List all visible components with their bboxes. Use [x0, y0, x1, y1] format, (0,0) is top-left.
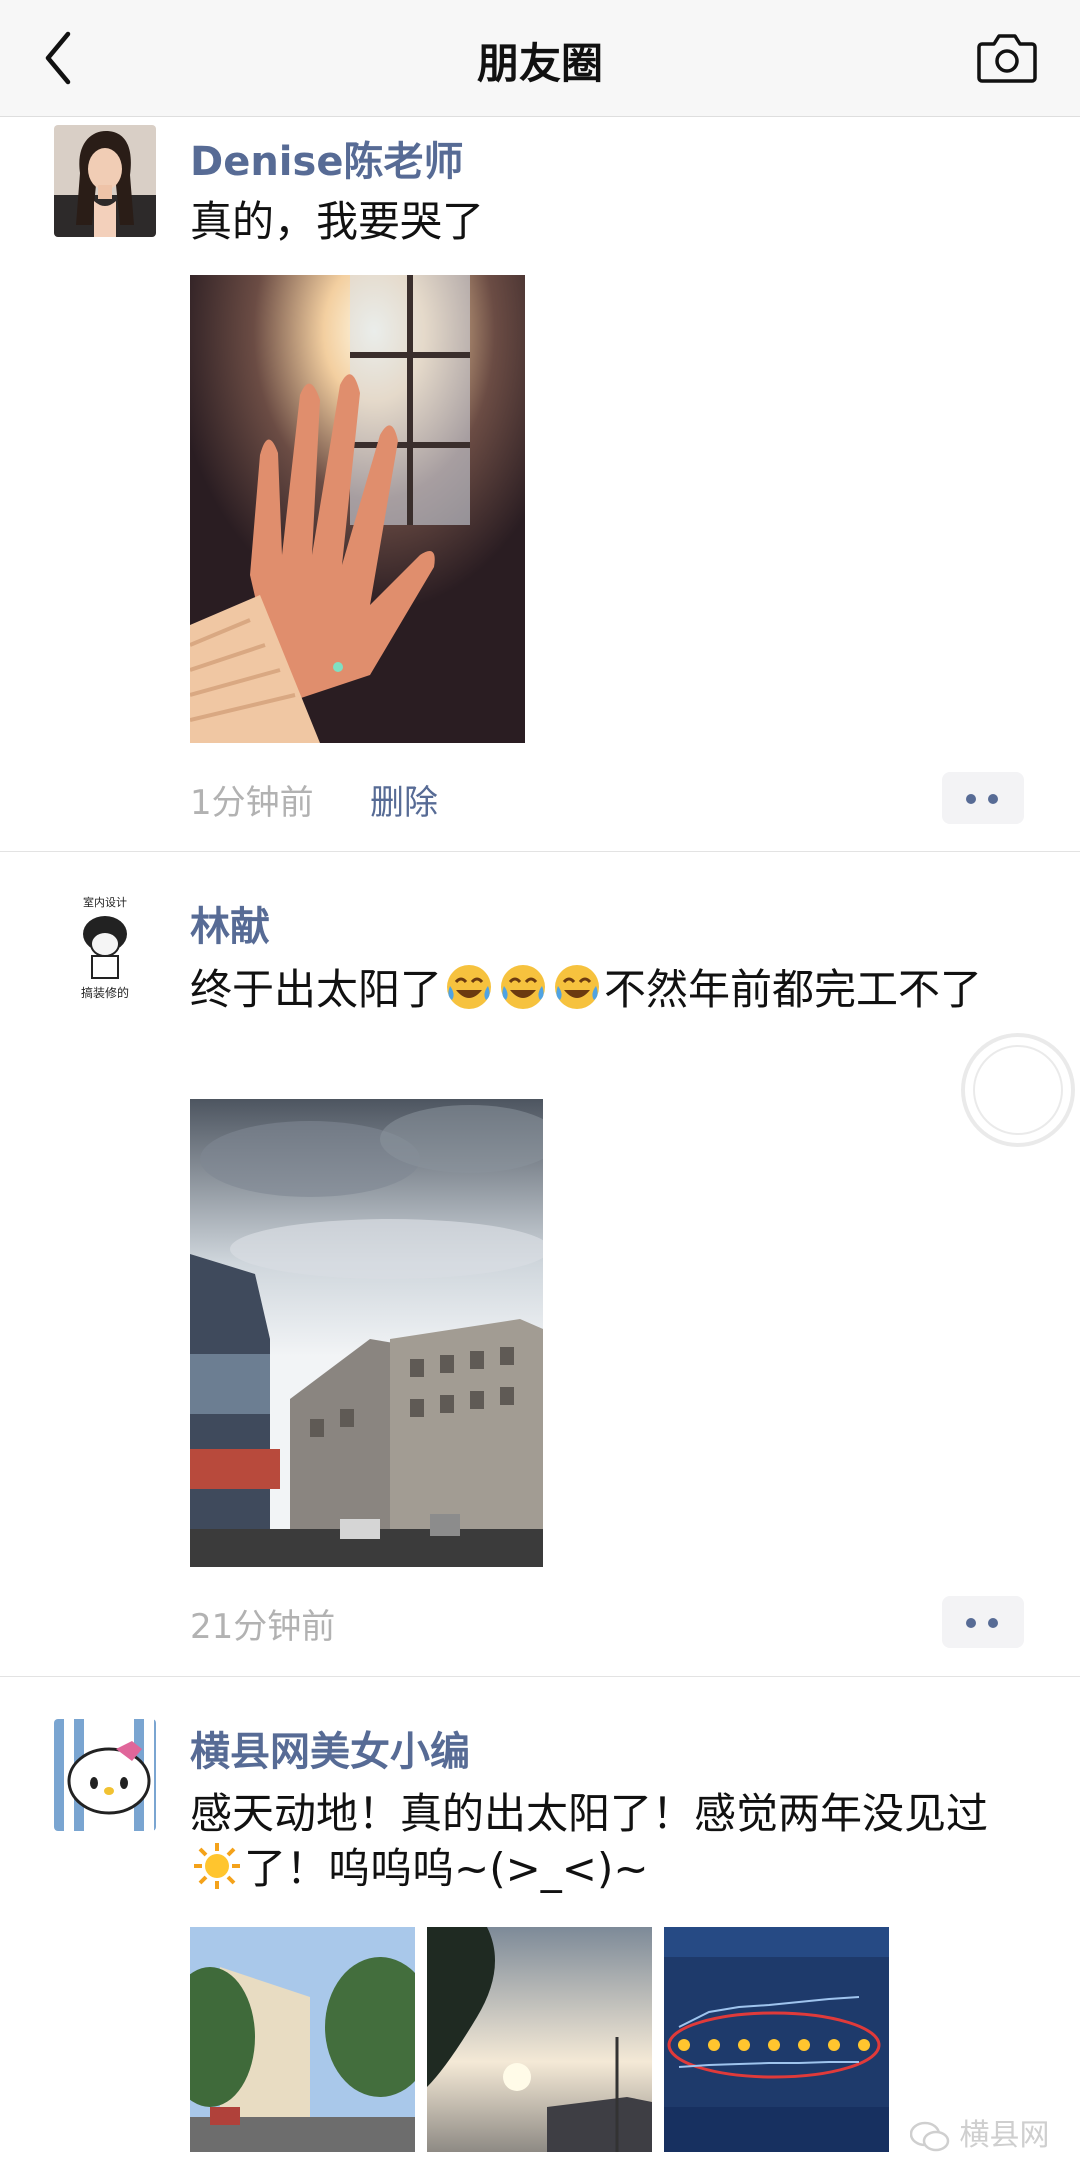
delete-link[interactable]: 删除 — [370, 775, 438, 824]
watermark-text: 横县网 — [959, 2118, 1050, 2153]
post-photo-thumb[interactable] — [427, 1927, 652, 2152]
post-photo-hand[interactable] — [190, 275, 525, 743]
post-text-part: 不然年前都完工不了 — [604, 965, 983, 1014]
avatar[interactable] — [54, 125, 156, 237]
post-photo-thumb-weather[interactable] — [664, 1927, 889, 2152]
crying-laughing-emoji — [555, 965, 600, 1009]
post-nickname[interactable]: 横县网美女小编 — [190, 1719, 470, 1777]
post-nickname[interactable]: Denise陈老师 — [190, 129, 463, 187]
moment-post: 室内设计 搞装修的 林献 终于出太阳了 不然年前都完工不了 21分钟前 — [0, 852, 1080, 1677]
post-photo-street[interactable] — [190, 1099, 543, 1567]
crying-laughing-emoji — [501, 965, 546, 1009]
watermark-seal — [961, 1033, 1075, 1147]
avatar[interactable]: 室内设计 搞装修的 — [54, 894, 156, 1006]
crying-laughing-emoji — [447, 965, 492, 1009]
post-text-part: 感天动地！真的出太阳了！感觉两年没见过 — [190, 1789, 989, 1838]
avatar-caption-bottom: 搞装修的 — [80, 986, 129, 1000]
more-dots-icon[interactable] — [942, 1596, 1024, 1648]
post-time: 21分钟前 — [190, 1607, 336, 1647]
watermark: 横县网 — [910, 2110, 1050, 2154]
post-text-part: 终于出太阳了 — [190, 965, 443, 1014]
camera-icon[interactable] — [976, 32, 1038, 84]
navbar: 朋友圈 — [0, 0, 1080, 117]
page-title: 朋友圈 — [476, 39, 603, 88]
sun-emoji — [194, 1843, 240, 1889]
post-text: 感天动地！真的出太阳了！感觉两年没见过了！呜呜呜~(>_<)~ — [190, 1787, 1020, 1896]
post-text: 真的，我要哭了 — [190, 197, 485, 246]
moment-post: 横县网美女小编 感天动地！真的出太阳了！感觉两年没见过了！呜呜呜~(>_<)~ — [0, 1677, 1080, 2183]
post-nickname[interactable]: 林献 — [190, 894, 270, 952]
post-text: 终于出太阳了 不然年前都完工不了 — [190, 962, 1010, 1017]
avatar[interactable] — [54, 1719, 156, 1831]
wechat-logo-icon — [910, 2121, 950, 2151]
avatar-caption-top: 室内设计 — [83, 896, 127, 909]
post-photo-thumb[interactable] — [190, 1927, 415, 2152]
post-text-part: 了！呜呜呜~(>_<)~ — [244, 1844, 649, 1893]
more-dots-icon[interactable] — [942, 772, 1024, 824]
post-time: 1分钟前 — [190, 783, 314, 823]
moment-post: Denise陈老师 真的，我要哭了 1分钟前 删除 — [0, 117, 1080, 852]
